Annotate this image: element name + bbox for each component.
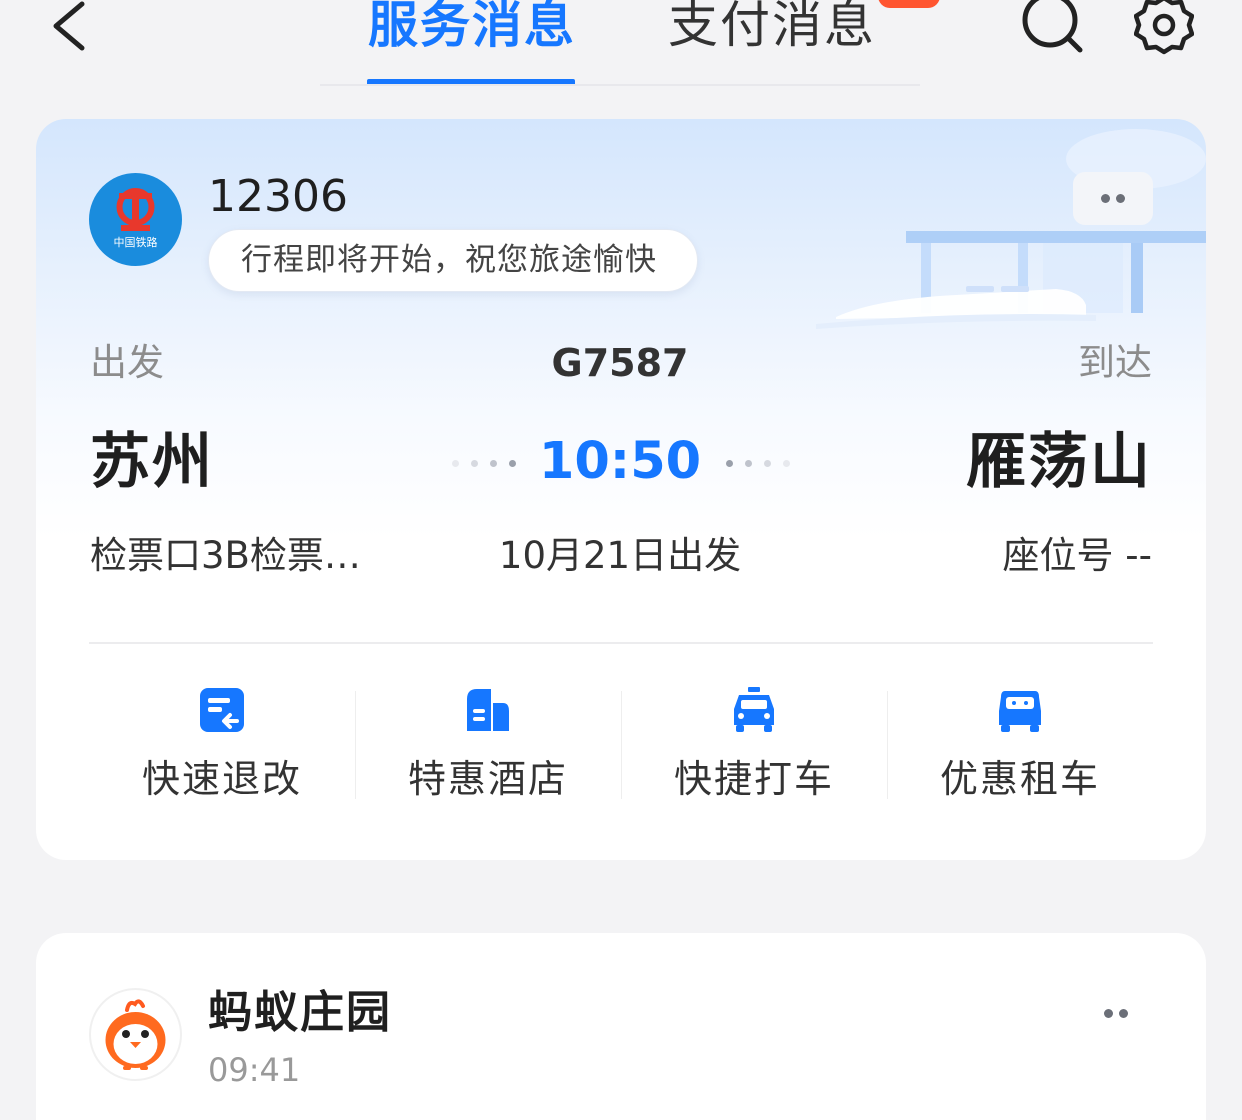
china-railway-logo: 中国铁路 — [89, 173, 182, 266]
action-taxi[interactable]: 快捷打车 — [621, 679, 887, 804]
settings-button[interactable] — [1133, 0, 1195, 56]
arrival-city: 雁荡山 — [966, 427, 1152, 497]
departure-time: 10:50 — [538, 432, 702, 491]
logo-caption: 中国铁路 — [113, 236, 158, 249]
sender-name: 蚂蚁庄园 — [208, 987, 392, 1038]
more-icon — [1073, 172, 1153, 225]
taxi-icon — [734, 687, 774, 732]
railway-emblem-icon — [116, 188, 155, 231]
departure-date: 10月21日出发 — [498, 534, 742, 577]
depart-label: 出发 — [90, 341, 164, 384]
action-label: 特惠酒店 — [407, 757, 568, 801]
action-label: 快捷打车 — [673, 757, 834, 801]
back-button[interactable] — [44, 0, 100, 60]
action-car-rental[interactable]: 优惠租车 — [887, 679, 1153, 804]
ant-farm-logo — [89, 988, 182, 1081]
message-time: 09:41 — [208, 1051, 301, 1089]
train-number: G7587 — [551, 341, 689, 385]
tabs-divider — [320, 84, 920, 86]
tab-service-messages[interactable]: 服务消息 — [368, 0, 576, 60]
route-dots-left — [452, 459, 516, 467]
tab-payment-messages[interactable]: 支付消息 — [668, 0, 876, 60]
train-illustration — [816, 129, 1206, 329]
ticket-gate: 检票口3B检票… — [90, 534, 361, 577]
action-label: 优惠租车 — [939, 757, 1100, 801]
seat-number: 座位号 -- — [1002, 534, 1152, 577]
refund-change-icon — [200, 688, 244, 732]
car-rental-icon — [999, 691, 1041, 732]
quick-actions: 快速退改 特惠酒店 快捷打车 优惠租车 — [89, 679, 1153, 804]
message-center-page: 服务消息 支付消息 中国铁路 12306 行程即将开始，祝您旅途愉快 出发 G7… — [0, 0, 1242, 1120]
more-options-button[interactable] — [1073, 172, 1153, 225]
unread-badge — [878, 0, 940, 8]
card-divider — [89, 642, 1153, 644]
departure-city: 苏州 — [90, 427, 214, 497]
action-label: 快速退改 — [141, 757, 302, 801]
back-icon — [53, 1, 85, 51]
hotel-icon — [467, 689, 509, 731]
ant-farm-message-card[interactable]: 蚂蚁庄园 09:41 — [36, 933, 1206, 1120]
trip-notice: 行程即将开始，祝您旅途愉快 — [208, 229, 698, 292]
more-icon — [1086, 993, 1146, 1033]
settings-icon — [1133, 0, 1195, 55]
arrive-label: 到达 — [1078, 341, 1152, 384]
more-options-button[interactable] — [1086, 993, 1146, 1033]
top-bar: 服务消息 支付消息 — [0, 0, 1242, 100]
search-icon — [1022, 0, 1083, 53]
action-hotel[interactable]: 特惠酒店 — [355, 679, 621, 804]
chick-icon — [105, 999, 166, 1070]
action-refund-change[interactable]: 快速退改 — [89, 679, 355, 804]
route-dots-right — [726, 459, 790, 467]
search-button[interactable] — [1020, 0, 1086, 56]
train-trip-card[interactable]: 中国铁路 12306 行程即将开始，祝您旅途愉快 出发 G7587 到达 苏州 … — [36, 119, 1206, 860]
sender-name: 12306 — [208, 171, 348, 222]
